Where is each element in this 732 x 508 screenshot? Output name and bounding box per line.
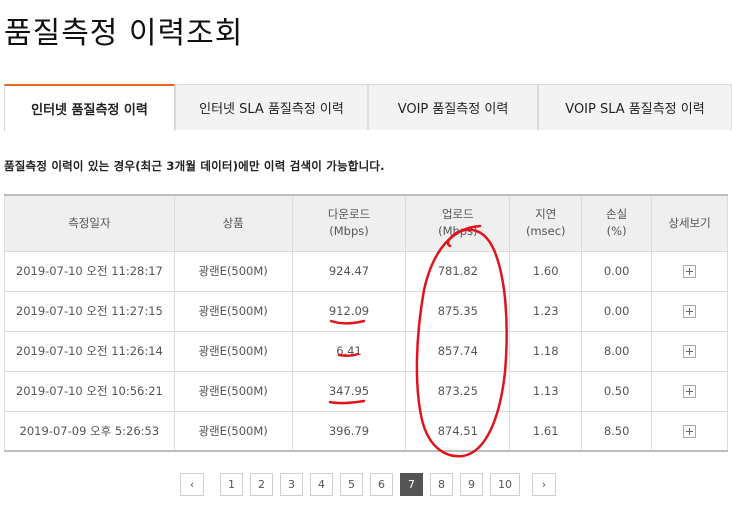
header-loss-label: 손실	[606, 207, 628, 222]
expand-plus-icon[interactable]	[683, 424, 697, 438]
header-upload-label: 업로드	[441, 207, 474, 222]
cell-detail	[651, 370, 728, 412]
cell-date: 2019-07-10 오전 11:26:14	[4, 330, 175, 372]
page-button-8[interactable]: 8	[430, 473, 453, 496]
header-date: 측정일자	[4, 194, 175, 252]
tab-voip-history[interactable]: VOIP 품질측정 이력	[368, 84, 538, 130]
cell-product: 광랜E(500M)	[173, 330, 293, 372]
cell-product: 광랜E(500M)	[173, 370, 293, 412]
cell-date: 2019-07-10 오전 11:28:17	[4, 250, 175, 292]
expand-plus-icon[interactable]	[683, 265, 697, 278]
page-button-10[interactable]: 10	[490, 473, 520, 496]
notice-text: 품질측정 이력이 있는 경우(최근 3개월 데이터)에만 이력 검색이 가능합니…	[4, 159, 385, 173]
cell-latency: 1.60	[509, 250, 583, 292]
cell-latency: 1.13	[509, 370, 583, 412]
page-button-7-current[interactable]: 7	[400, 473, 423, 496]
header-loss-unit: (%)	[606, 224, 627, 239]
cell-date: 2019-07-10 오전 11:27:15	[4, 290, 175, 332]
header-download-unit: (Mbps)	[329, 224, 369, 239]
table-row: 2019-07-09 오후 5:26:53 광랜E(500M) 396.79 8…	[4, 410, 728, 452]
pagination: ‹ 1 2 3 4 5 6 7 8 9 10 ›	[180, 473, 556, 496]
cell-detail	[651, 330, 728, 372]
page-button-1[interactable]: 1	[220, 473, 243, 496]
cell-loss: 0.00	[581, 250, 653, 292]
cell-upload: 873.25	[405, 370, 511, 412]
cell-loss: 8.00	[581, 330, 653, 372]
tab-bar: 인터넷 품질측정 이력 인터넷 SLA 품질측정 이력 VOIP 품질측정 이력…	[4, 84, 732, 131]
cell-detail	[651, 290, 728, 332]
cell-date: 2019-07-09 오후 5:26:53	[4, 410, 175, 452]
tab-voip-sla-history[interactable]: VOIP SLA 품질측정 이력	[538, 84, 732, 130]
cell-download: 347.95	[291, 370, 407, 412]
history-table: 측정일자 상품 다운로드 (Mbps) 업로드 (Mbps) 지연 (msec) 손실…	[4, 194, 728, 452]
table-row: 2019-07-10 오전 11:26:14 광랜E(500M) 6.41 85…	[4, 330, 728, 372]
cell-product: 광랜E(500M)	[173, 250, 293, 292]
header-detail-label: 상세보기	[668, 215, 711, 230]
prev-page-button[interactable]: ‹	[180, 473, 204, 496]
page-button-5[interactable]: 5	[340, 473, 363, 496]
header-download: 다운로드 (Mbps)	[291, 194, 407, 252]
cell-download: 396.79	[291, 410, 407, 452]
tab-internet-history[interactable]: 인터넷 품질측정 이력	[4, 84, 175, 131]
cell-upload: 874.51	[405, 410, 511, 452]
page-button-2[interactable]: 2	[250, 473, 273, 496]
table-row: 2019-07-10 오전 10:56:21 광랜E(500M) 347.95 …	[4, 370, 728, 412]
cell-loss: 8.50	[581, 410, 653, 452]
header-product-label: 상품	[222, 215, 244, 230]
header-download-label: 다운로드	[327, 207, 371, 222]
header-date-label: 측정일자	[68, 215, 111, 230]
expand-plus-icon[interactable]	[683, 305, 697, 318]
cell-detail	[651, 250, 728, 292]
header-latency: 지연 (msec)	[509, 194, 583, 252]
expand-plus-icon[interactable]	[683, 345, 697, 358]
tab-internet-sla-history[interactable]: 인터넷 SLA 품질측정 이력	[175, 84, 368, 130]
header-loss: 손실 (%)	[581, 194, 653, 252]
page-button-4[interactable]: 4	[310, 473, 333, 496]
cell-download: 924.47	[291, 250, 407, 292]
header-upload: 업로드 (Mbps)	[405, 194, 511, 252]
cell-loss: 0.50	[581, 370, 653, 412]
page-button-3[interactable]: 3	[280, 473, 303, 496]
table-header-row: 측정일자 상품 다운로드 (Mbps) 업로드 (Mbps) 지연 (msec) 손실…	[4, 194, 728, 252]
cell-upload: 781.82	[405, 250, 511, 292]
cell-product: 광랜E(500M)	[173, 410, 293, 452]
cell-download: 6.41	[291, 330, 407, 372]
cell-download: 912.09	[291, 290, 407, 332]
page-title: 품질측정 이력조회	[4, 16, 244, 51]
next-page-button[interactable]: ›	[532, 473, 556, 496]
cell-product: 광랜E(500M)	[173, 290, 293, 332]
table-row: 2019-07-10 오전 11:28:17 광랜E(500M) 924.47 …	[4, 250, 728, 292]
header-latency-unit: (msec)	[525, 224, 566, 239]
cell-date: 2019-07-10 오전 10:56:21	[4, 370, 175, 412]
header-upload-unit: (Mbps)	[438, 224, 478, 239]
cell-latency: 1.23	[509, 290, 583, 332]
page-button-9[interactable]: 9	[460, 473, 483, 496]
cell-loss: 0.00	[581, 290, 653, 332]
cell-latency: 1.18	[509, 330, 583, 372]
header-latency-label: 지연	[535, 207, 557, 222]
cell-upload: 857.74	[405, 330, 511, 372]
expand-plus-icon[interactable]	[683, 385, 697, 398]
cell-upload: 875.35	[405, 290, 511, 332]
cell-detail	[651, 410, 728, 452]
header-detail: 상세보기	[651, 194, 728, 252]
page-button-6[interactable]: 6	[370, 473, 393, 496]
cell-latency: 1.61	[509, 410, 583, 452]
table-row: 2019-07-10 오전 11:27:15 광랜E(500M) 912.09 …	[4, 290, 728, 332]
header-product: 상품	[173, 194, 293, 252]
